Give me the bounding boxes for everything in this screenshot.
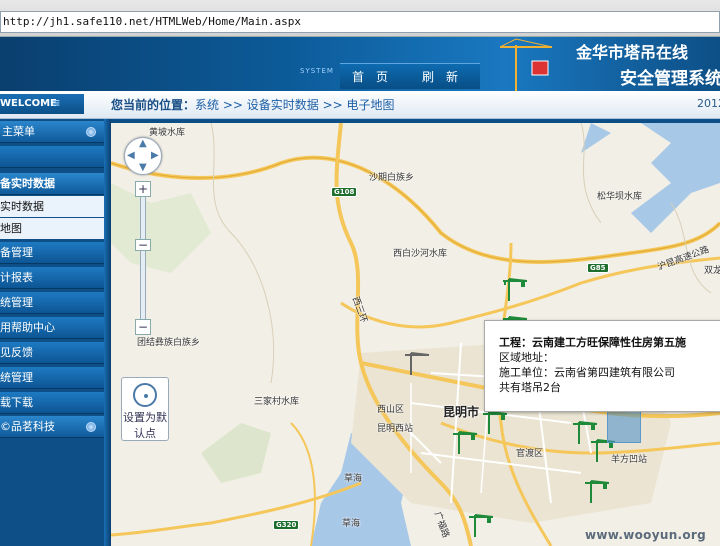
site-info-popup[interactable]: 工程：云南建工方旺保障性住房第五施 区域地址： 施工单位：云南省第四建筑有限公司… — [484, 320, 720, 412]
sidebar-main-menu[interactable]: 主菜单 — [0, 121, 104, 143]
welcome-label: WELCOME — [0, 98, 57, 109]
sidebar-divider[interactable] — [104, 119, 111, 546]
pan-left-icon[interactable]: ◀ — [127, 150, 135, 161]
pan-up-icon[interactable]: ▲ — [139, 138, 147, 149]
map-pan-control[interactable]: ▲ ▼ ◀ ▶ — [124, 137, 162, 175]
top-nav: 首 页 刷 新 — [340, 63, 480, 89]
sidebar-item-device-realtime[interactable]: 备实时数据 — [0, 173, 104, 195]
highway-shield: G85 — [587, 263, 609, 273]
breadcrumb-bar: WELCOME ≡ 您当前的位置：系统 >> 设备实时数据 >> 电子地图 20… — [0, 91, 720, 119]
sidebar-item-help[interactable]: 用帮助中心 — [0, 317, 104, 339]
breadcrumb-device-realtime[interactable]: >> 设备实时数据 — [223, 98, 319, 112]
target-icon — [133, 383, 157, 407]
current-date: 2012 — [697, 97, 720, 110]
sidebar-item-label: 实时数据 — [0, 200, 44, 213]
map-label: 黄坡水库 — [149, 128, 186, 138]
sidebar-item-device-mgmt[interactable]: 备管理 — [0, 242, 104, 264]
welcome-tab: WELCOME ≡ — [0, 94, 84, 114]
sidebar-item-system-mgmt-2[interactable]: 统管理 — [0, 367, 104, 389]
sidebar-item-feedback[interactable]: 见反馈 — [0, 342, 104, 364]
map-label: 西白沙河水库 — [393, 249, 448, 259]
home-nav-link[interactable]: 首 页 — [352, 68, 388, 85]
sidebar-item-label: 见反馈 — [0, 346, 33, 359]
breadcrumb-system[interactable]: 系统 — [195, 98, 219, 112]
zoom-out-button[interactable]: − — [135, 319, 151, 335]
zoom-slider-handle[interactable]: − — [135, 239, 151, 251]
highway-shield: G108 — [331, 187, 358, 197]
app-banner: SYSTEM 首 页 刷 新 金华市塔吊在线 安全管理系统 — [0, 37, 720, 91]
zoom-slider-track[interactable] — [140, 193, 146, 331]
tower-crane-marker-icon[interactable] — [451, 428, 479, 454]
collapse-icon[interactable] — [86, 127, 96, 137]
site-title: 工程：云南建工方旺保障性住房第五施 — [499, 336, 686, 349]
sidebar-subitem-map[interactable]: 地图 — [0, 218, 104, 239]
sidebar-subitem-realtime-data[interactable]: 实时数据 — [0, 196, 104, 217]
url-field[interactable]: http://jh1.safe110.net/HTMLWeb/Home/Main… — [0, 11, 720, 33]
pan-right-icon[interactable]: ▶ — [151, 150, 159, 161]
sidebar-item-label: 备实时数据 — [0, 177, 55, 190]
set-default-label: 设置为默认点 — [123, 411, 167, 440]
sidebar-item-label: 载下载 — [0, 396, 33, 409]
collapse-icon[interactable] — [86, 422, 96, 432]
sidebar-item-label: 用帮助中心 — [0, 321, 55, 334]
tower-crane-marker-icon[interactable] — [501, 275, 529, 301]
sidebar-item-label: 统管理 — [0, 371, 33, 384]
sidebar-item-label: 主菜单 — [2, 125, 35, 138]
sidebar-item-label: 统管理 — [0, 296, 33, 309]
system-label: SYSTEM — [300, 67, 334, 75]
site-crane-count: 共有塔吊2台 — [499, 381, 561, 394]
browser-address-bar: http://jh1.safe110.net/HTMLWeb/Home/Main… — [0, 0, 720, 37]
sidebar-item-label: 备管理 — [0, 246, 33, 259]
map-label: 三家村水库 — [254, 397, 300, 407]
zoom-in-button[interactable]: + — [135, 181, 151, 197]
tower-crane-logo-icon — [499, 38, 553, 91]
sidebar-item-system-mgmt[interactable]: 统管理 — [0, 292, 104, 314]
breadcrumb-electronic-map[interactable]: >> 电子地图 — [323, 98, 395, 112]
tower-crane-marker-icon[interactable] — [403, 349, 431, 375]
watermark: www.wooyun.org — [585, 528, 707, 542]
tower-crane-marker-icon[interactable] — [467, 511, 495, 537]
map-label: 昆明西站 — [377, 424, 414, 434]
sidebar-item-downloads[interactable]: 载下载 — [0, 392, 104, 414]
refresh-nav-link[interactable]: 刷 新 — [422, 68, 458, 85]
electronic-map[interactable]: 黄坡水库 沙期白族乡 西白沙河水库 松华坝水库 沪昆高速公路 双龙 西三环 团结… — [111, 123, 720, 546]
tower-crane-marker-icon[interactable] — [583, 477, 611, 503]
map-label: 团结彝族白族乡 — [137, 338, 201, 348]
map-label: 草海 — [344, 474, 363, 484]
map-label: 松华坝水库 — [597, 192, 643, 202]
sidebar-footer[interactable]: ©品茗科技 — [0, 416, 104, 438]
menu-lines-icon: ≡ — [52, 98, 61, 109]
map-label: 双龙 — [704, 266, 720, 276]
highway-shield: G320 — [273, 520, 300, 530]
app-title-line1: 金华市塔吊在线 — [576, 43, 689, 62]
map-label: 昆明市 — [443, 405, 480, 419]
map-label: 西山区 — [377, 405, 405, 415]
sidebar-item-blank[interactable] — [0, 146, 104, 168]
set-default-point-button[interactable]: 设置为默认点 — [121, 377, 169, 441]
site-contractor: 施工单位：云南省第四建筑有限公司 — [499, 366, 675, 379]
location-label: 您当前的位置： — [111, 98, 196, 112]
site-address: 区域地址： — [499, 351, 554, 364]
sidebar-item-reports[interactable]: 计报表 — [0, 267, 104, 289]
sidebar-item-label: ©品茗科技 — [0, 420, 55, 433]
sidebar-item-label: 地图 — [0, 222, 22, 235]
sidebar-item-label: 计报表 — [0, 271, 33, 284]
breadcrumb: 您当前的位置：系统 >> 设备实时数据 >> 电子地图 — [111, 96, 395, 113]
app-title-line2: 安全管理系统 — [620, 69, 720, 89]
map-label: 草海 — [342, 519, 361, 529]
map-label: 沙期白族乡 — [369, 173, 415, 183]
pan-down-icon[interactable]: ▼ — [139, 162, 147, 173]
map-label: 官渡区 — [516, 449, 544, 459]
